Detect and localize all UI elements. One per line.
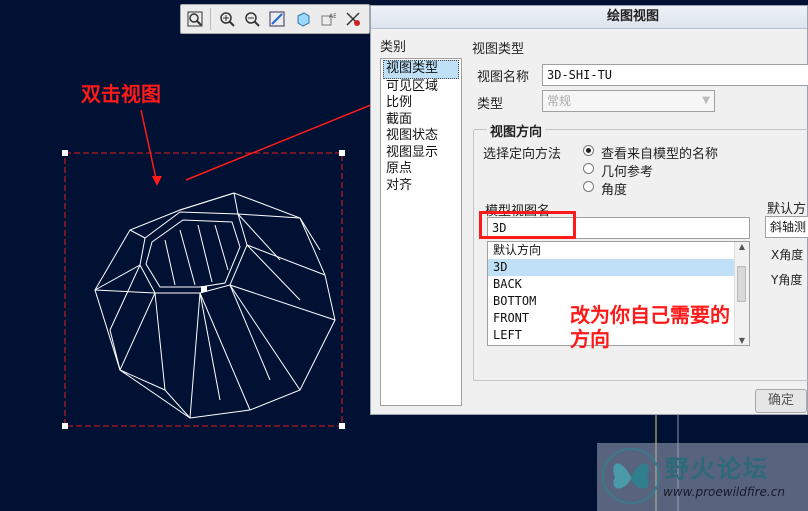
scroll-up-icon[interactable]: ▲ bbox=[735, 242, 749, 251]
scroll-down-icon[interactable]: ▼ bbox=[735, 336, 749, 345]
model-view-item[interactable]: 默认方向 bbox=[488, 242, 749, 259]
arrow-to-view bbox=[140, 109, 158, 184]
ok-button[interactable]: 确定 bbox=[755, 389, 807, 413]
orientation-group-title: 视图方向 bbox=[487, 121, 546, 140]
radio-angle-label: 角度 bbox=[601, 183, 628, 198]
chevron-down-icon: ▼ bbox=[702, 95, 710, 106]
corner-handle bbox=[62, 423, 68, 429]
section-title: 视图类型 bbox=[472, 42, 525, 57]
scroll-thumb[interactable] bbox=[737, 266, 746, 302]
default-orientation-label: 默认方 bbox=[767, 202, 807, 217]
dialog-title: 绘图视图 bbox=[371, 6, 807, 29]
watermark-url: www.proewildfire.cn bbox=[663, 485, 785, 499]
radio-geometry-reference-label: 几何参考 bbox=[601, 165, 654, 180]
type-select[interactable]: 常规 ▼ bbox=[542, 90, 715, 112]
watermark: 野火论坛 www.proewildfire.cn bbox=[597, 443, 808, 511]
annotation-double-click: 双击视图 bbox=[81, 82, 161, 106]
category-item[interactable]: 视图状态 bbox=[381, 128, 461, 145]
view-name-field[interactable]: 3D-SHI-TU bbox=[542, 64, 808, 86]
radio-model-name-label: 查看来自模型的名称 bbox=[601, 147, 719, 162]
category-list: 视图类型 可见区域 比例 截面 视图状态 视图显示 原点 对齐 bbox=[380, 58, 462, 406]
model-view-item[interactable]: BACK bbox=[488, 276, 749, 293]
radio-geometry-reference[interactable] bbox=[583, 163, 594, 174]
corner-handle bbox=[339, 150, 345, 156]
annotation-line: 改为你自己需要的 bbox=[570, 303, 730, 327]
type-select-value: 常规 bbox=[547, 94, 572, 108]
view-origin-marker bbox=[201, 286, 207, 292]
view-name-label: 视图名称 bbox=[477, 70, 530, 85]
category-item[interactable]: 可见区域 bbox=[381, 79, 461, 96]
category-item[interactable]: 对齐 bbox=[381, 178, 461, 195]
category-item[interactable]: 比例 bbox=[381, 95, 461, 112]
corner-handle bbox=[62, 150, 68, 156]
annotation-line: 方向 bbox=[570, 327, 610, 351]
type-label: 类型 bbox=[477, 97, 504, 112]
category-item[interactable]: 原点 bbox=[381, 161, 461, 178]
x-angle-label: X角度 bbox=[771, 248, 804, 262]
model-view-item[interactable]: 3D bbox=[488, 259, 749, 276]
radio-model-name[interactable] bbox=[583, 145, 594, 156]
radio-angle[interactable] bbox=[583, 181, 594, 192]
list-scrollbar[interactable]: ▲ ▼ bbox=[734, 242, 749, 345]
category-item[interactable]: 视图类型 bbox=[383, 60, 459, 79]
category-item[interactable]: 截面 bbox=[381, 112, 461, 129]
y-angle-label: Y角度 bbox=[771, 273, 803, 287]
annotation-change-direction: 改为你自己需要的 方向 bbox=[570, 303, 730, 351]
default-orientation-select[interactable]: 斜轴测 bbox=[765, 216, 808, 238]
highlight-box bbox=[479, 211, 576, 239]
corner-handle bbox=[339, 423, 345, 429]
part-wireframe bbox=[94, 192, 336, 419]
watermark-site-name: 野火论坛 bbox=[665, 455, 769, 483]
arrow-head bbox=[152, 176, 162, 186]
orientation-method-label: 选择定向方法 bbox=[483, 147, 562, 162]
butterfly-logo bbox=[602, 448, 660, 504]
category-label: 类别 bbox=[380, 40, 407, 55]
drawing-view-dialog: 绘图视图 类别 视图类型 可见区域 比例 截面 视图状态 视图显示 原点 对齐 … bbox=[370, 5, 808, 415]
category-item[interactable]: 视图显示 bbox=[381, 145, 461, 162]
